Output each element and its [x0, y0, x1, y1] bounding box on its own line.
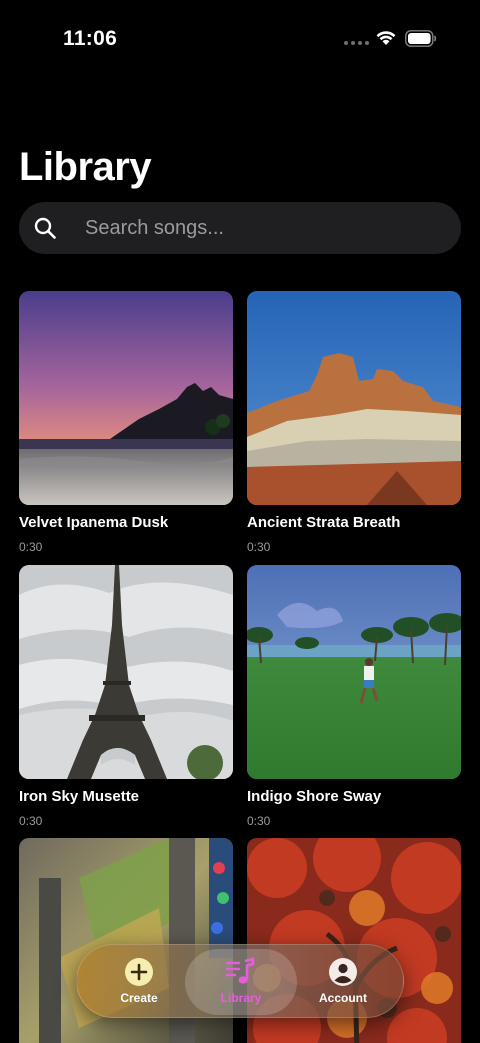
song-duration: 0:30	[247, 540, 271, 554]
song-duration: 0:30	[247, 814, 271, 828]
tab-account[interactable]: Account	[293, 957, 393, 1005]
song-artwork[interactable]	[247, 565, 461, 779]
song-title: Indigo Shore Sway	[247, 788, 382, 805]
song-duration: 0:30	[19, 540, 43, 554]
page-title: Library	[19, 145, 152, 189]
search-icon	[34, 217, 56, 239]
person-icon	[329, 958, 357, 986]
tab-label: Create	[120, 991, 158, 1005]
plus-circle-icon	[125, 958, 153, 986]
tab-create[interactable]: Create	[89, 957, 189, 1005]
song-title: Ancient Strata Breath	[247, 514, 401, 531]
search-input[interactable]	[85, 202, 445, 254]
song-artwork[interactable]	[19, 565, 233, 779]
cellular-signal-icon	[344, 41, 369, 45]
status-bar: 11:06	[0, 0, 480, 80]
song-title: Velvet Ipanema Dusk	[19, 514, 169, 531]
song-card[interactable]: Iron Sky Musette 0:30	[19, 565, 233, 828]
tab-label: Library	[220, 991, 262, 1005]
song-card[interactable]: Velvet Ipanema Dusk 0:30	[19, 291, 233, 554]
search-bar[interactable]	[19, 202, 461, 254]
wifi-icon	[376, 31, 396, 45]
tab-library[interactable]: Library	[191, 957, 291, 1005]
song-duration: 0:30	[19, 814, 43, 828]
bottom-tab-bar: Create Library Account	[76, 944, 404, 1018]
song-artwork[interactable]	[19, 291, 233, 505]
battery-icon	[405, 30, 437, 47]
status-time: 11:06	[63, 27, 118, 50]
song-title: Iron Sky Musette	[19, 788, 140, 805]
tab-label: Account	[319, 991, 367, 1005]
library-screen: 11:06 Library Search songs... Velvet Ipa…	[0, 0, 480, 1043]
song-artwork[interactable]	[247, 291, 461, 505]
song-card[interactable]: Ancient Strata Breath 0:30	[247, 291, 461, 554]
music-library-icon	[225, 957, 255, 984]
song-card[interactable]: Indigo Shore Sway 0:30	[247, 565, 461, 828]
